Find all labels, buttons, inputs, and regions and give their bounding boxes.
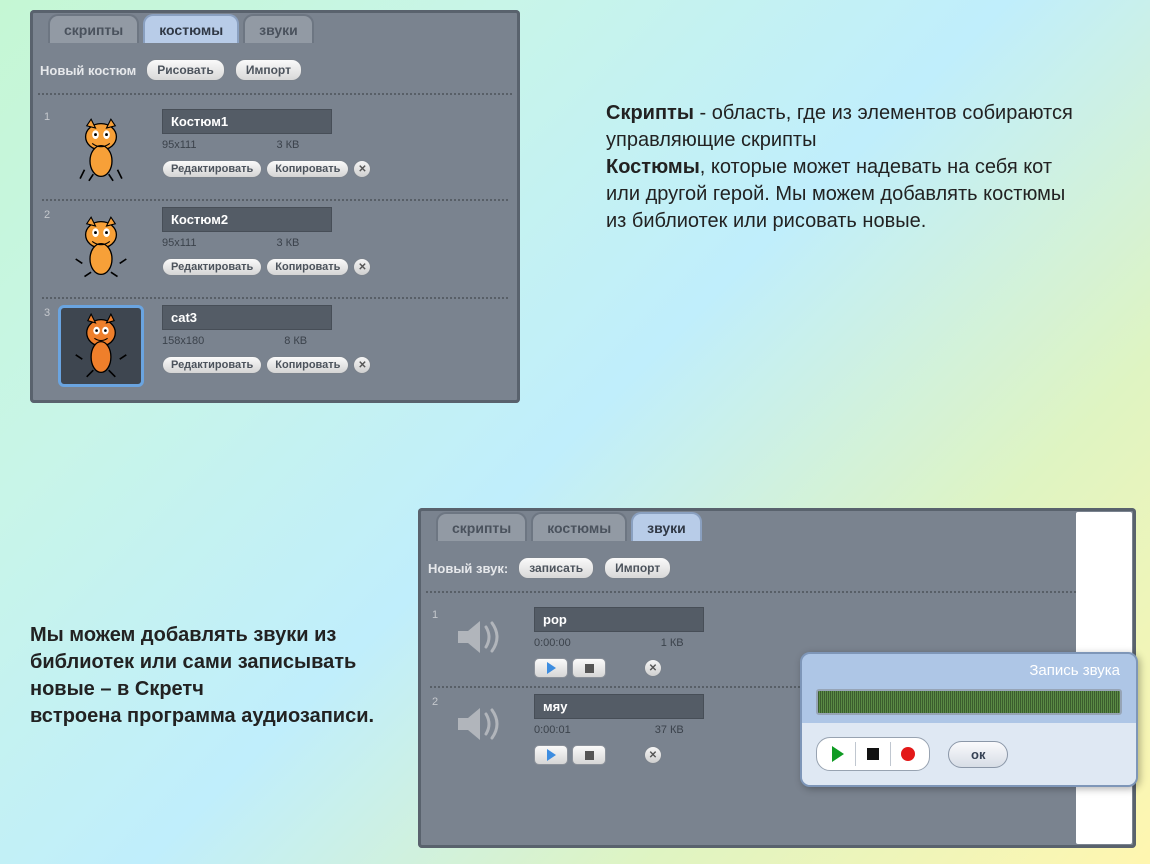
costume-item: 2 95x111 3 КВ Редактировать Копировать ✕ bbox=[42, 199, 508, 297]
sound-name-input[interactable] bbox=[534, 607, 704, 632]
costume-name-input[interactable] bbox=[162, 305, 332, 330]
play-button[interactable] bbox=[534, 745, 568, 765]
costume-name-input[interactable] bbox=[162, 109, 332, 134]
cat-icon bbox=[73, 117, 129, 183]
recorder-controls bbox=[816, 737, 930, 771]
import-button[interactable]: Импорт bbox=[604, 557, 671, 579]
speaker-icon bbox=[446, 694, 516, 754]
close-icon: ✕ bbox=[649, 663, 657, 674]
costume-dim: 95x111 bbox=[162, 139, 196, 151]
sound-size: 1 КВ bbox=[661, 637, 684, 649]
tab-scripts[interactable]: скрипты bbox=[436, 512, 527, 541]
tab-costumes[interactable]: костюмы bbox=[143, 14, 239, 43]
stop-button[interactable] bbox=[572, 658, 606, 678]
costume-thumbnail[interactable] bbox=[58, 207, 144, 289]
close-icon: ✕ bbox=[358, 164, 366, 175]
stop-icon bbox=[585, 751, 594, 760]
cat-icon bbox=[73, 313, 129, 379]
costume-list: 1 95x1113 КВ Редактировать Копировать ✕ … bbox=[38, 93, 512, 403]
draw-button[interactable]: Рисовать bbox=[146, 59, 225, 81]
costumes-panel: скрипты костюмы звуки Новый костюм Рисов… bbox=[30, 10, 520, 403]
delete-button[interactable]: ✕ bbox=[644, 746, 662, 764]
stop-icon bbox=[867, 748, 879, 760]
play-icon bbox=[832, 746, 844, 762]
tab-scripts[interactable]: скрипты bbox=[48, 14, 139, 43]
delete-button[interactable]: ✕ bbox=[353, 356, 371, 374]
play-icon bbox=[547, 749, 556, 761]
costume-item: 3 158x180 8 КВ Редактировать Копировать ✕ bbox=[42, 297, 508, 395]
item-info: 95x111 3 КВ Редактировать Копировать ✕ bbox=[144, 109, 506, 191]
stop-button[interactable] bbox=[572, 745, 606, 765]
item-number: 1 bbox=[44, 109, 58, 191]
edit-button[interactable]: Редактировать bbox=[162, 356, 262, 374]
costume-size: 8 КВ bbox=[284, 335, 307, 347]
delete-button[interactable]: ✕ bbox=[353, 258, 371, 276]
costume-dim: 95x111 bbox=[162, 237, 196, 249]
recorder-title: Запись звука bbox=[802, 654, 1136, 689]
record-icon bbox=[901, 747, 915, 761]
sound-duration: 0:00:00 bbox=[534, 637, 571, 649]
record-button[interactable]: записать bbox=[518, 557, 594, 579]
costume-name-input[interactable] bbox=[162, 207, 332, 232]
delete-button[interactable]: ✕ bbox=[644, 659, 662, 677]
item-number: 2 bbox=[432, 694, 446, 765]
costume-item: 1 95x111 3 КВ Редактировать Копировать ✕ bbox=[42, 103, 508, 199]
edit-button[interactable]: Редактировать bbox=[162, 160, 262, 178]
rec-play-button[interactable] bbox=[823, 742, 853, 766]
bold-scripts: Скрипты bbox=[606, 102, 694, 124]
description-sounds: Мы можем добавлять звуки из библиотек ил… bbox=[30, 622, 400, 730]
tab-sounds[interactable]: звуки bbox=[243, 14, 314, 43]
bold-costumes: Костюмы bbox=[606, 156, 700, 178]
tab-sounds[interactable]: звуки bbox=[631, 512, 702, 541]
speaker-icon bbox=[446, 607, 516, 667]
cat-icon bbox=[73, 215, 129, 281]
copy-button[interactable]: Копировать bbox=[266, 356, 349, 374]
sound-duration: 0:00:01 bbox=[534, 724, 571, 736]
item-number: 2 bbox=[44, 207, 58, 289]
new-sound-row: Новый звук: записать Импорт bbox=[418, 541, 1136, 591]
import-button[interactable]: Импорт bbox=[235, 59, 302, 81]
new-sound-label: Новый звук: bbox=[428, 561, 508, 576]
description-scripts-costumes: Скрипты - область, где из элементов соби… bbox=[606, 100, 1074, 235]
delete-button[interactable]: ✕ bbox=[353, 160, 371, 178]
rec-stop-button[interactable] bbox=[858, 742, 888, 766]
edit-button[interactable]: Редактировать bbox=[162, 258, 262, 276]
play-button[interactable] bbox=[534, 658, 568, 678]
new-costume-row: Новый костюм Рисовать Импорт bbox=[30, 43, 520, 93]
rec-record-button[interactable] bbox=[893, 742, 923, 766]
close-icon: ✕ bbox=[358, 262, 366, 273]
recorder-body: ок bbox=[802, 723, 1136, 785]
tab-costumes[interactable]: костюмы bbox=[531, 512, 627, 541]
item-info: 95x111 3 КВ Редактировать Копировать ✕ bbox=[144, 207, 506, 289]
costume-thumbnail[interactable] bbox=[58, 109, 144, 191]
item-number: 1 bbox=[432, 607, 446, 678]
close-icon: ✕ bbox=[649, 750, 657, 761]
waveform-display bbox=[816, 689, 1122, 715]
close-icon: ✕ bbox=[358, 360, 366, 371]
recorder-dialog: Запись звука ок bbox=[800, 652, 1138, 787]
stop-icon bbox=[585, 664, 594, 673]
costume-thumbnail[interactable] bbox=[58, 305, 144, 387]
play-icon bbox=[547, 662, 556, 674]
tab-bar: скрипты костюмы звуки bbox=[418, 508, 1136, 541]
costume-size: 3 КВ bbox=[276, 139, 299, 151]
item-number: 3 bbox=[44, 305, 58, 387]
sound-size: 37 КВ bbox=[655, 724, 684, 736]
ok-button[interactable]: ок bbox=[948, 741, 1008, 768]
sound-name-input[interactable] bbox=[534, 694, 704, 719]
new-costume-label: Новый костюм bbox=[40, 63, 136, 78]
costume-dim: 158x180 bbox=[162, 335, 204, 347]
copy-button[interactable]: Копировать bbox=[266, 258, 349, 276]
item-info: 158x180 8 КВ Редактировать Копировать ✕ bbox=[144, 305, 506, 387]
tab-bar: скрипты костюмы звуки bbox=[30, 10, 520, 43]
copy-button[interactable]: Копировать bbox=[266, 160, 349, 178]
costume-size: 3 КВ bbox=[276, 237, 299, 249]
